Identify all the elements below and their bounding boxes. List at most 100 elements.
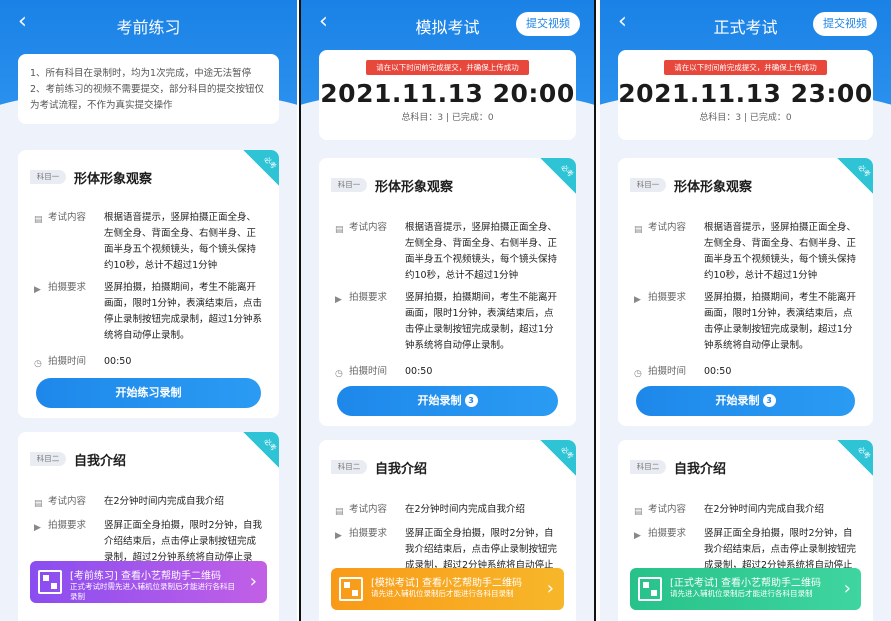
time-row: ◷ 拍摄时间 00:50 bbox=[335, 364, 562, 380]
content-label: 考试内容 bbox=[48, 496, 87, 507]
subject-title: 形体形象观察 bbox=[674, 180, 753, 195]
clock-icon: ◷ bbox=[335, 369, 343, 379]
deadline-card: 请在以下时间前完成提交，并确保上传成功 2021.11.13 23:00 总科目… bbox=[618, 50, 873, 140]
progress-text: 总科目：3 | 已完成：0 bbox=[699, 113, 792, 123]
document-icon: ▤ bbox=[634, 225, 643, 235]
required-corner-badge: 必考 bbox=[243, 432, 279, 468]
time-label: 拍摄时间 bbox=[648, 366, 687, 377]
banner-subtitle: 请先进入辅机位录制后才能进行各科目录制 bbox=[670, 589, 813, 598]
banner-title: [考前练习] 查看小艺帮助手二维码 bbox=[70, 571, 221, 582]
banner-subtitle: 请先进入辅机位录制后才能进行各科目录制 bbox=[371, 589, 514, 598]
qr-helper-banner[interactable]: [正式考试] 查看小艺帮助手二维码 请先进入辅机位录制后才能进行各科目录制 › bbox=[630, 568, 861, 610]
clock-icon: ◷ bbox=[634, 369, 642, 379]
progress-text: 总科目：3 | 已完成：0 bbox=[401, 113, 494, 123]
requirement-value: 竖屏拍摄，拍摄期间，考生不能离开画面，限时1分钟，表演结束后，点击停止录制按钮完… bbox=[405, 292, 558, 351]
content-row: ▤ 考试内容 在2分钟时间内完成自我介绍 bbox=[335, 502, 562, 518]
video-camera-icon: ▶ bbox=[634, 295, 641, 305]
content-value: 在2分钟时间内完成自我介绍 bbox=[405, 504, 526, 515]
qr-code-icon bbox=[339, 577, 363, 601]
notice-line: 2、考前练习的视频不需要提交，部分科目的提交按钮仅为考试流程，不作为真实提交操作 bbox=[30, 84, 265, 111]
document-icon: ▤ bbox=[634, 507, 643, 517]
content-row: ▤ 考试内容 根据语音提示，竖屏拍摄正面全身、左侧全身、背面全身、右侧半身、正面… bbox=[34, 210, 265, 274]
chevron-right-icon: › bbox=[546, 578, 554, 599]
required-corner-badge: 必考 bbox=[540, 158, 576, 194]
subject-title: 自我介绍 bbox=[375, 462, 428, 477]
requirement-value: 竖屏正面全身拍摄，限时2分钟，自我介绍结束后，点击停止录制按钮完成录制，超过2分… bbox=[104, 520, 263, 563]
content-label: 考试内容 bbox=[648, 504, 687, 515]
time-label: 拍摄时间 bbox=[349, 366, 388, 377]
subject-tag: 科目一 bbox=[630, 178, 666, 192]
requirement-value: 竖屏拍摄，拍摄期间，考生不能离开画面，限时1分钟，表演结束后，点击停止录制按钮完… bbox=[104, 282, 263, 341]
content-label: 考试内容 bbox=[349, 504, 388, 515]
requirement-label: 拍摄要求 bbox=[349, 528, 388, 539]
document-icon: ▤ bbox=[34, 215, 43, 225]
submit-video-button[interactable]: 提交视频 bbox=[516, 12, 580, 36]
document-icon: ▤ bbox=[335, 507, 344, 517]
deadline-time: 2021.11.13 23:00 bbox=[618, 79, 873, 108]
attempts-badge: 3 bbox=[762, 394, 776, 407]
required-corner-badge: 必考 bbox=[837, 158, 873, 194]
video-camera-icon: ▶ bbox=[335, 531, 342, 541]
requirement-row: ▶ 拍摄要求 竖屏拍摄，拍摄期间，考生不能离开画面，限时1分钟，表演结束后，点击… bbox=[34, 280, 265, 344]
content-value: 根据语音提示，竖屏拍摄正面全身、左侧全身、背面全身、右侧半身、正面半身五个视频镜… bbox=[104, 212, 257, 271]
content-row: ▤ 考试内容 根据语音提示，竖屏拍摄正面全身、左侧全身、背面全身、右侧半身、正面… bbox=[335, 220, 562, 284]
video-camera-icon: ▶ bbox=[34, 285, 41, 295]
content-value: 在2分钟时间内完成自我介绍 bbox=[104, 496, 225, 507]
clock-icon: ◷ bbox=[34, 359, 42, 369]
chevron-right-icon: › bbox=[843, 578, 851, 599]
deadline-note: 请在以下时间前完成提交，并确保上传成功 bbox=[664, 60, 827, 75]
requirement-label: 拍摄要求 bbox=[648, 292, 687, 303]
content-value: 根据语音提示，竖屏拍摄正面全身、左侧全身、背面全身、右侧半身、正面半身五个视频镜… bbox=[704, 222, 857, 281]
requirement-value: 竖屏拍摄，拍摄期间，考生不能离开画面，限时1分钟，表演结束后，点击停止录制按钮完… bbox=[704, 292, 857, 351]
page-title: 考前练习 bbox=[116, 18, 181, 37]
chevron-right-icon: › bbox=[249, 571, 257, 592]
subject-card: 必考 科目一 形体形象观察 ▤ 考试内容 根据语音提示，竖屏拍摄正面全身、左侧全… bbox=[319, 158, 576, 426]
panel-formal-exam: ‹ 正式考试 提交视频 请在以下时间前完成提交，并确保上传成功 2021.11.… bbox=[600, 0, 891, 621]
content-label: 考试内容 bbox=[48, 212, 87, 223]
subject-tag: 科目二 bbox=[30, 452, 66, 466]
notice-card: 1、所有科目在录制时，均为1次完成，中途无法暂停 2、考前练习的视频不需要提交，… bbox=[18, 54, 279, 124]
qr-code-icon bbox=[38, 570, 62, 594]
video-camera-icon: ▶ bbox=[34, 523, 41, 533]
submit-video-button[interactable]: 提交视频 bbox=[813, 12, 877, 36]
subject-tag: 科目二 bbox=[630, 460, 666, 474]
content-value: 在2分钟时间内完成自我介绍 bbox=[704, 504, 825, 515]
subject-title: 自我介绍 bbox=[74, 454, 127, 469]
banner-title: [模拟考试] 查看小艺帮助手二维码 bbox=[371, 578, 522, 589]
panel-mock-exam: ‹ 模拟考试 提交视频 请在以下时间前完成提交，并确保上传成功 2021.11.… bbox=[299, 0, 596, 621]
video-camera-icon: ▶ bbox=[634, 531, 641, 541]
required-corner-badge: 必考 bbox=[243, 150, 279, 186]
subject-tag: 科目一 bbox=[331, 178, 367, 192]
deadline-note: 请在以下时间前完成提交，并确保上传成功 bbox=[366, 60, 529, 75]
requirement-row: ▶ 拍摄要求 竖屏拍摄，拍摄期间，考生不能离开画面，限时1分钟，表演结束后，点击… bbox=[335, 290, 562, 354]
panel-practice: ‹ 考前练习 1、所有科目在录制时，均为1次完成，中途无法暂停 2、考前练习的视… bbox=[0, 0, 297, 621]
subject-tag: 科目一 bbox=[30, 170, 66, 184]
time-value: 00:50 bbox=[405, 366, 433, 377]
start-practice-button[interactable]: 开始练习录制 bbox=[36, 378, 261, 408]
requirement-row: ▶ 拍摄要求 竖屏拍摄，拍摄期间，考生不能离开画面，限时1分钟，表演结束后，点击… bbox=[634, 290, 859, 354]
required-corner-badge: 必考 bbox=[540, 440, 576, 476]
subject-title: 自我介绍 bbox=[674, 462, 727, 477]
subject-card: 必考 科目一 形体形象观察 ▤ 考试内容 根据语音提示，竖屏拍摄正面全身、左侧全… bbox=[18, 150, 279, 418]
start-recording-button[interactable]: 开始录制 3 bbox=[337, 386, 558, 416]
content-row: ▤ 考试内容 在2分钟时间内完成自我介绍 bbox=[34, 494, 265, 510]
subject-card: 必考 科目一 形体形象观察 ▤ 考试内容 根据语音提示，竖屏拍摄正面全身、左侧全… bbox=[618, 158, 873, 426]
start-recording-button[interactable]: 开始录制 3 bbox=[636, 386, 855, 416]
subject-tag: 科目二 bbox=[331, 460, 367, 474]
qr-code-icon bbox=[638, 577, 662, 601]
content-row: ▤ 考试内容 在2分钟时间内完成自我介绍 bbox=[634, 502, 859, 518]
banner-title: [正式考试] 查看小艺帮助手二维码 bbox=[670, 578, 821, 589]
qr-helper-banner[interactable]: [考前练习] 查看小艺帮助手二维码 正式考试时需先进入辅机位录制后才能进行各科目… bbox=[30, 561, 267, 603]
requirement-label: 拍摄要求 bbox=[648, 528, 687, 539]
banner-subtitle: 正式考试时需先进入辅机位录制后才能进行各科目录制 bbox=[70, 582, 235, 601]
requirement-label: 拍摄要求 bbox=[349, 292, 388, 303]
video-camera-icon: ▶ bbox=[335, 295, 342, 305]
document-icon: ▤ bbox=[335, 225, 344, 235]
content-label: 考试内容 bbox=[349, 222, 388, 233]
attempts-badge: 3 bbox=[464, 394, 478, 407]
subject-title: 形体形象观察 bbox=[375, 180, 454, 195]
subject-title: 形体形象观察 bbox=[74, 172, 153, 187]
deadline-card: 请在以下时间前完成提交，并确保上传成功 2021.11.13 20:00 总科目… bbox=[319, 50, 576, 140]
qr-helper-banner[interactable]: [模拟考试] 查看小艺帮助手二维码 请先进入辅机位录制后才能进行各科目录制 › bbox=[331, 568, 564, 610]
requirement-label: 拍摄要求 bbox=[48, 520, 87, 531]
